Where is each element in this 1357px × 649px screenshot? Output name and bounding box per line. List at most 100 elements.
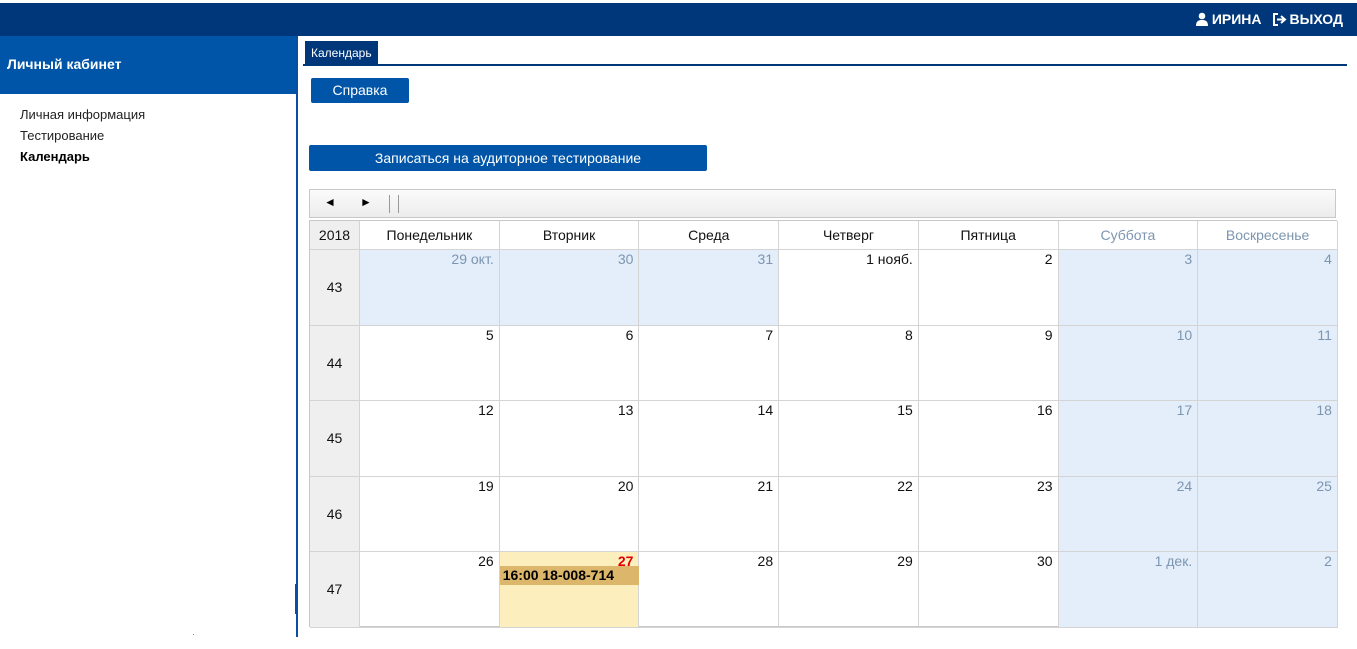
day-number: 6 <box>625 326 634 343</box>
logout-label: ВЫХОД <box>1289 11 1343 27</box>
calendar-day[interactable]: 21 <box>639 476 780 553</box>
sidebar: Личный кабинет Личная информация Тестиро… <box>0 36 296 649</box>
calendar-day[interactable]: 2 <box>1198 552 1338 628</box>
calendar-day[interactable]: 26 <box>360 552 500 628</box>
day-number: 23 <box>1036 477 1053 494</box>
calendar-day[interactable]: 30 <box>499 250 640 326</box>
calendar-day[interactable]: 16 <box>918 401 1059 477</box>
sidebar-item-testing[interactable]: Тестирование <box>20 127 145 148</box>
day-number: 31 <box>757 251 774 267</box>
day-number: 1 дек. <box>1154 553 1193 570</box>
calendar-day[interactable]: 5 <box>360 325 500 402</box>
sidebar-title: Личный кабинет <box>0 36 296 94</box>
calendar-day[interactable]: 2 <box>918 250 1059 326</box>
calendar-day[interactable]: 24 <box>1058 476 1199 553</box>
calendar-day[interactable]: 1 дек. <box>1058 552 1199 628</box>
sidebar-item-personal-info[interactable]: Личная информация <box>20 106 145 127</box>
calendar-day[interactable]: 8 <box>779 325 919 402</box>
day-number: 19 <box>478 477 494 494</box>
calendar-day[interactable]: 1 нояб. <box>779 250 919 326</box>
sidebar-item-calendar[interactable]: Календарь <box>20 148 145 169</box>
calendar-day[interactable]: 25 <box>1198 476 1338 553</box>
calendar-day[interactable]: 12 <box>360 401 500 477</box>
day-number: 3 <box>1184 251 1193 267</box>
sidebar-divider <box>296 36 298 637</box>
calendar-day[interactable]: 3 <box>1058 250 1199 326</box>
day-number: 28 <box>757 553 774 570</box>
calendar-day[interactable]: 7 <box>639 325 780 402</box>
year-label: 2018 <box>310 221 360 250</box>
sidebar-menu: Личная информация Тестирование Календарь <box>20 106 145 169</box>
prev-month-button[interactable]: ◄ <box>324 195 336 209</box>
calendar-day[interactable]: 31 <box>639 250 780 326</box>
day-number: 16 <box>1036 402 1053 419</box>
calendar-day[interactable]: 19 <box>360 476 500 553</box>
calendar-day[interactable]: 11 <box>1198 325 1338 402</box>
day-number: 22 <box>897 477 913 494</box>
week-number: 46 <box>310 476 360 553</box>
calendar-day[interactable]: 15 <box>779 401 919 477</box>
logout-button[interactable]: ВЫХОД <box>1272 11 1343 27</box>
day-header-monday: Понедельник <box>360 221 500 250</box>
calendar-day-today[interactable]: 27 16:00 18-008-714 <box>499 552 640 628</box>
calendar-day[interactable]: 10 <box>1058 325 1199 402</box>
toolbar-separator <box>389 195 390 213</box>
day-number: 5 <box>485 326 494 343</box>
calendar-day[interactable]: 20 <box>499 476 640 553</box>
day-number: 26 <box>478 553 494 570</box>
day-number: 9 <box>1044 326 1053 343</box>
calendar-day[interactable]: 30 <box>918 552 1059 628</box>
week-number: 45 <box>310 401 360 477</box>
next-month-button[interactable]: ► <box>360 195 372 209</box>
calendar-day[interactable]: 28 <box>639 552 780 628</box>
calendar-day[interactable]: 9 <box>918 325 1059 402</box>
calendar-grid: 2018 Понедельник Вторник Среда Четверг П… <box>309 220 1338 628</box>
user-name: ИРИНА <box>1211 11 1262 27</box>
tab-strip: Календарь <box>303 40 1347 66</box>
day-number: 14 <box>757 402 774 419</box>
day-number: 21 <box>757 477 774 494</box>
day-number: 10 <box>1176 326 1193 343</box>
toolbar-separator <box>398 195 399 213</box>
calendar-day[interactable]: 29 <box>779 552 919 628</box>
day-header-friday: Пятница <box>918 221 1059 250</box>
day-number: 20 <box>617 477 634 494</box>
day-header-wednesday: Среда <box>639 221 780 250</box>
sign-out-icon <box>1272 12 1287 26</box>
calendar-day[interactable]: 22 <box>779 476 919 553</box>
calendar-day[interactable]: 17 <box>1058 401 1199 477</box>
calendar-event[interactable]: 16:00 18-008-714 <box>499 566 639 586</box>
calendar-day[interactable]: 13 <box>499 401 640 477</box>
day-number: 2 <box>1324 553 1332 570</box>
day-number: 7 <box>765 326 774 343</box>
calendar-day[interactable]: 29 окт. <box>360 250 500 326</box>
tab-calendar[interactable]: Календарь <box>305 41 378 65</box>
day-header-tuesday: Вторник <box>499 221 640 250</box>
day-number: 24 <box>1176 477 1193 494</box>
help-button[interactable]: Справка <box>311 78 409 103</box>
register-testing-button[interactable]: Записаться на аудиторное тестирование <box>309 145 707 171</box>
day-number: 30 <box>617 251 634 267</box>
user-menu[interactable]: ИРИНА <box>1195 11 1262 27</box>
calendar-day[interactable]: 14 <box>639 401 780 477</box>
calendar-day[interactable]: 6 <box>499 325 640 402</box>
user-icon <box>1195 12 1208 26</box>
day-header-sunday: Воскресенье <box>1198 221 1338 250</box>
top-bar: ИРИНА ВЫХОД <box>0 3 1357 36</box>
day-number: 1 нояб. <box>866 251 913 267</box>
day-number: 4 <box>1324 251 1332 267</box>
day-number: 25 <box>1316 477 1332 494</box>
week-number: 44 <box>310 325 360 402</box>
calendar-day[interactable]: 4 <box>1198 250 1338 326</box>
calendar-day[interactable]: 18 <box>1198 401 1338 477</box>
day-number: 29 <box>897 553 913 570</box>
day-number: 30 <box>1036 553 1053 570</box>
week-number: 47 <box>310 552 360 628</box>
day-number: 8 <box>905 326 913 343</box>
day-number: 12 <box>478 402 494 419</box>
sidebar-divider-accent <box>295 584 298 614</box>
decorative-dot <box>193 634 194 635</box>
calendar-day[interactable]: 23 <box>918 476 1059 553</box>
user-area: ИРИНА ВЫХОД <box>1185 11 1343 27</box>
day-number: 13 <box>617 402 634 419</box>
